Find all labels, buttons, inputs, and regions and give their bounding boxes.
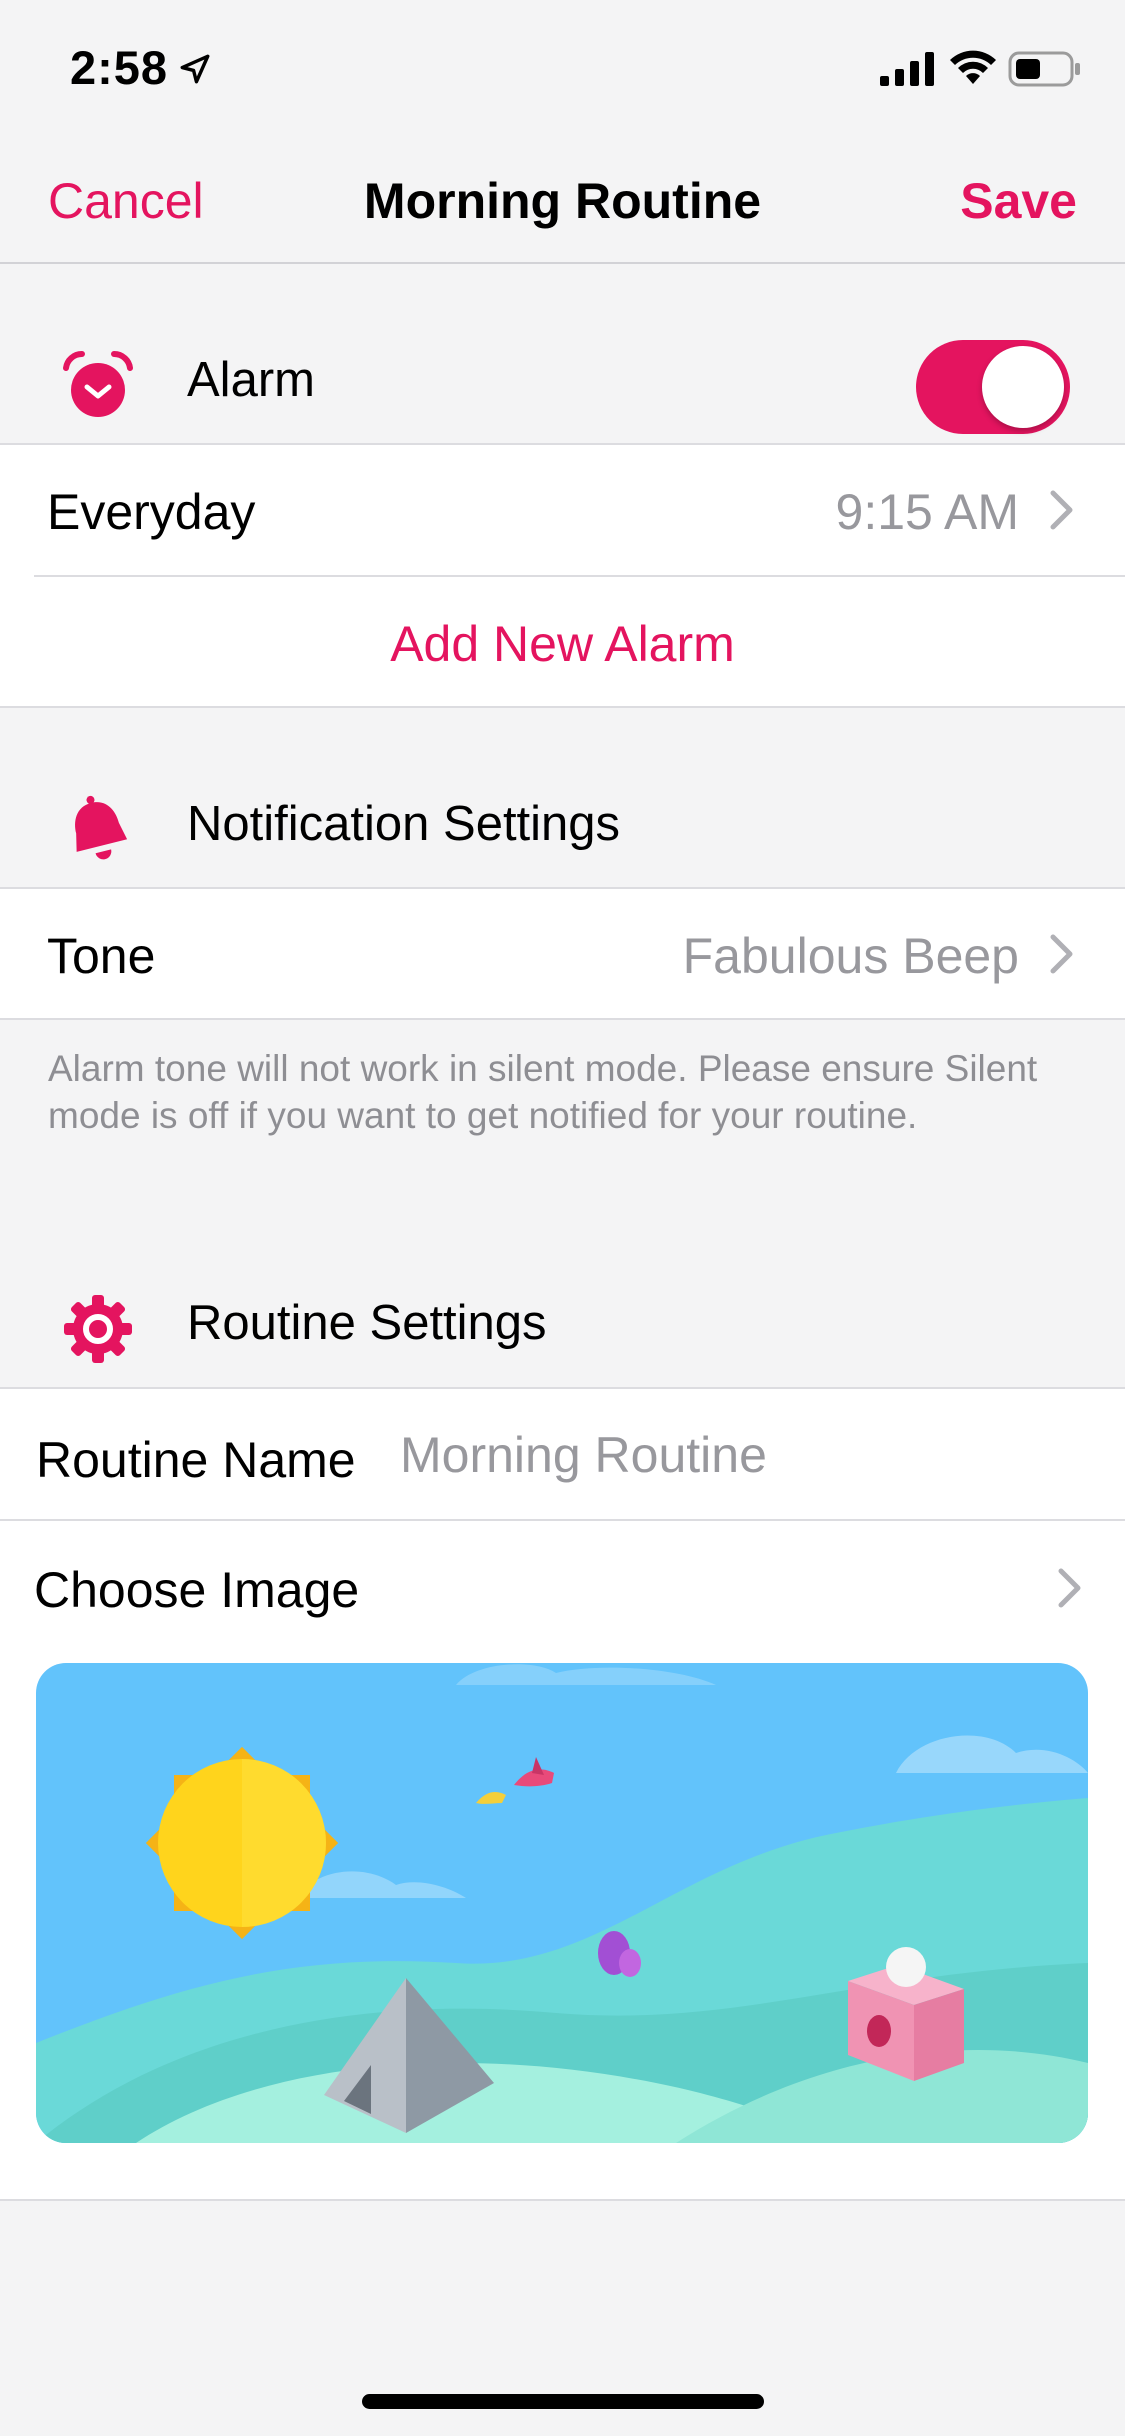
choose-image-row[interactable]: Choose Image xyxy=(0,1521,1125,1651)
alarm-time-value: 9:15 AM xyxy=(835,484,1019,540)
chevron-right-icon xyxy=(1050,490,1073,530)
location-arrow-icon xyxy=(180,54,210,84)
choose-image-label: Choose Image xyxy=(34,1562,360,1618)
bell-icon xyxy=(75,795,128,860)
alarm-section-header: Alarm xyxy=(0,322,1125,438)
chevron-right-icon xyxy=(1050,934,1073,974)
routine-section-header: Routine Settings xyxy=(0,1265,1125,1381)
status-bar: 2:58 xyxy=(0,0,1125,132)
notification-section-header: Notification Settings xyxy=(0,766,1125,882)
wifi-icon xyxy=(950,50,996,84)
routine-name-input[interactable] xyxy=(400,1413,1080,1497)
tone-row[interactable]: Tone Fabulous Beep xyxy=(0,889,1125,1019)
routine-name-row: Routine Name xyxy=(0,1389,1125,1519)
routine-image[interactable] xyxy=(36,1663,1088,2143)
home-indicator[interactable] xyxy=(362,2394,764,2409)
routine-section-label: Routine Settings xyxy=(187,1296,547,1350)
alarm-row[interactable]: Everyday 9:15 AM xyxy=(0,445,1125,575)
add-alarm-row[interactable]: Add New Alarm xyxy=(0,577,1125,707)
alarm-group: Everyday 9:15 AM Add New Alarm xyxy=(0,443,1125,708)
routine-name-label: Routine Name xyxy=(36,1432,356,1488)
tone-label: Tone xyxy=(47,928,156,984)
battery-icon xyxy=(1008,51,1080,87)
chevron-right-icon xyxy=(1058,1568,1081,1608)
landscape-illustration xyxy=(36,1663,1088,2143)
alarm-toggle[interactable] xyxy=(916,340,1070,434)
page-title: Morning Routine xyxy=(363,173,762,229)
notification-section-label: Notification Settings xyxy=(187,797,621,851)
alarm-section-label: Alarm xyxy=(187,353,315,407)
tone-value: Fabulous Beep xyxy=(682,928,1019,984)
gear-icon xyxy=(64,1295,132,1363)
save-button[interactable]: Save xyxy=(960,172,1077,230)
alarm-clock-icon xyxy=(63,350,133,417)
navigation-bar: Cancel Morning Routine Save xyxy=(0,132,1125,264)
silent-mode-footnote: Alarm tone will not work in silent mode.… xyxy=(48,1048,1038,1136)
toggle-knob xyxy=(982,346,1064,428)
add-new-alarm-button[interactable]: Add New Alarm xyxy=(0,615,1125,673)
alarm-repeat-label: Everyday xyxy=(47,484,256,540)
cellular-signal-icon xyxy=(880,52,934,86)
status-time: 2:58 xyxy=(70,41,169,94)
tone-group: Tone Fabulous Beep xyxy=(0,887,1125,1020)
